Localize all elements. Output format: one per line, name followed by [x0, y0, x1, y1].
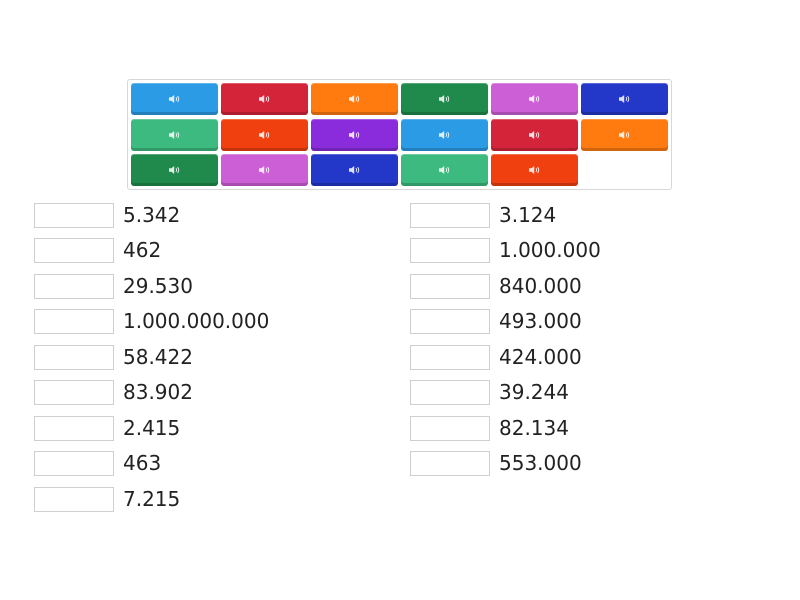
answer-row: 493.000: [410, 307, 582, 335]
audio-tile[interactable]: [311, 119, 398, 151]
speaker-icon: [438, 165, 451, 175]
answer-row: 424.000: [410, 343, 582, 371]
speaker-icon: [168, 130, 181, 140]
audio-tile[interactable]: [221, 83, 308, 115]
answer-label: 1.000.000.000: [123, 308, 270, 333]
drop-target-box[interactable]: [410, 308, 490, 334]
drop-target-box[interactable]: [410, 202, 490, 228]
audio-tile[interactable]: [581, 83, 668, 115]
audio-tile[interactable]: [131, 119, 218, 151]
answer-label: 463: [123, 450, 162, 475]
audio-tile[interactable]: [491, 119, 578, 151]
answer-row: 553.000: [410, 449, 582, 477]
drop-target-box[interactable]: [410, 344, 490, 370]
answer-row: 3.124: [410, 201, 556, 229]
audio-tile[interactable]: [311, 154, 398, 186]
audio-tile[interactable]: [401, 83, 488, 115]
audio-tile-bank: [127, 79, 672, 190]
answer-row: 58.422: [34, 343, 193, 371]
answer-row: 2.415: [34, 414, 180, 442]
answer-label: 493.000: [499, 308, 582, 333]
answer-label: 840.000: [499, 273, 582, 298]
answer-row: 39.244: [410, 378, 569, 406]
audio-tile[interactable]: [491, 154, 578, 186]
audio-tile[interactable]: [581, 119, 668, 151]
answer-label: 5.342: [123, 202, 181, 227]
answer-label: 39.244: [499, 379, 569, 404]
answer-label: 1.000.000: [499, 237, 601, 262]
drop-target-box[interactable]: [410, 379, 490, 405]
speaker-icon: [348, 165, 361, 175]
drop-target-box[interactable]: [34, 450, 114, 476]
answer-row: 1.000.000.000: [34, 307, 269, 335]
answer-label: 462: [123, 237, 162, 262]
audio-tile[interactable]: [401, 154, 488, 186]
speaker-icon: [168, 165, 181, 175]
speaker-icon: [168, 94, 181, 104]
speaker-icon: [528, 94, 541, 104]
answer-label: 424.000: [499, 344, 582, 369]
answer-label: 3.124: [499, 202, 557, 227]
drop-target-box[interactable]: [34, 273, 114, 299]
answer-label: 7.215: [123, 486, 181, 511]
answer-label: 58.422: [123, 344, 193, 369]
drop-target-box[interactable]: [410, 450, 490, 476]
answer-row: 7.215: [34, 485, 180, 513]
answer-row: 82.134: [410, 414, 569, 442]
drop-target-box[interactable]: [34, 486, 114, 512]
drop-target-box[interactable]: [410, 415, 490, 441]
speaker-icon: [348, 94, 361, 104]
audio-tile[interactable]: [491, 83, 578, 115]
answer-row: 462: [34, 236, 161, 264]
audio-tile[interactable]: [401, 119, 488, 151]
answer-label: 82.134: [499, 415, 569, 440]
answer-row: 5.342: [34, 201, 180, 229]
drop-target-box[interactable]: [34, 344, 114, 370]
drop-target-box[interactable]: [410, 237, 490, 263]
drop-target-box[interactable]: [34, 379, 114, 405]
audio-tile[interactable]: [131, 83, 218, 115]
speaker-icon: [258, 130, 271, 140]
drop-target-box[interactable]: [34, 237, 114, 263]
speaker-icon: [618, 130, 631, 140]
speaker-icon: [528, 130, 541, 140]
answer-label: 83.902: [123, 379, 193, 404]
speaker-icon: [348, 130, 361, 140]
answer-row: 1.000.000: [410, 236, 601, 264]
speaker-icon: [438, 130, 451, 140]
audio-tile[interactable]: [131, 154, 218, 186]
drop-target-box[interactable]: [34, 202, 114, 228]
answer-row: 463: [34, 449, 161, 477]
answer-row: 840.000: [410, 272, 582, 300]
match-up-activity: 5.342 462 29.530 1.000.000.000 58.422 83.902 2…: [0, 0, 800, 600]
speaker-icon: [258, 165, 271, 175]
speaker-icon: [438, 94, 451, 104]
speaker-icon: [528, 165, 541, 175]
drop-target-box[interactable]: [34, 308, 114, 334]
drop-target-box[interactable]: [34, 415, 114, 441]
answer-row: 29.530: [34, 272, 193, 300]
speaker-icon: [618, 94, 631, 104]
audio-tile[interactable]: [311, 83, 398, 115]
answer-label: 553.000: [499, 450, 582, 475]
audio-tile[interactable]: [221, 119, 308, 151]
audio-tile[interactable]: [221, 154, 308, 186]
answer-label: 29.530: [123, 273, 193, 298]
answer-label: 2.415: [123, 415, 181, 440]
drop-target-box[interactable]: [410, 273, 490, 299]
answer-row: 83.902: [34, 378, 193, 406]
speaker-icon: [258, 94, 271, 104]
